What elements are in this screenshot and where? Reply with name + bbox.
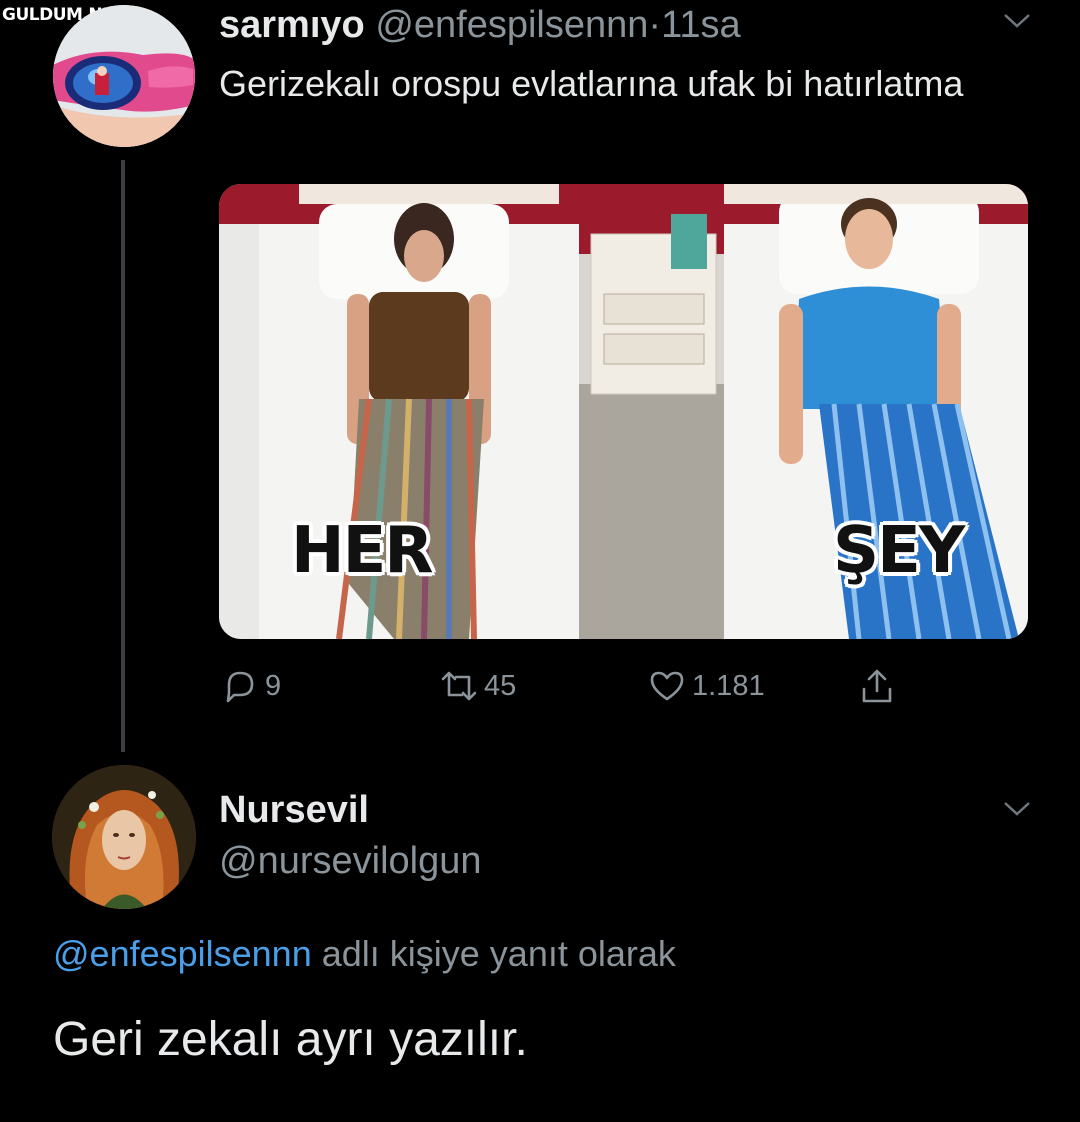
chevron-down-icon[interactable] (1002, 11, 1032, 31)
like-icon (650, 671, 684, 701)
timestamp[interactable]: 11sa (661, 4, 741, 46)
display-name[interactable]: sarmıyo (219, 4, 365, 46)
retweet-button[interactable]: 45 (438, 664, 516, 708)
like-button[interactable]: 1.181 (646, 664, 765, 708)
thread-connector-line (121, 160, 125, 752)
share-button[interactable] (856, 664, 902, 708)
tweet-text: Geri zekalı ayrı yazılır. (53, 1013, 528, 1066)
chevron-down-icon[interactable] (1002, 799, 1032, 819)
retweet-icon (441, 671, 477, 701)
replying-to-link[interactable]: @enfespilsennn (53, 933, 312, 974)
caption-right: ŞEY (833, 514, 965, 588)
replying-to-text: adlı kişiye yanıt olarak (321, 933, 676, 974)
reply-count: 9 (265, 669, 282, 702)
separator-dot: · (648, 4, 662, 46)
caption-left: HER (291, 514, 434, 588)
reply-icon (226, 671, 254, 703)
reply-button[interactable]: 9 (219, 664, 281, 708)
avatar[interactable] (52, 765, 196, 909)
user-handle[interactable]: @enfespilsennn (375, 4, 648, 46)
display-name[interactable]: Nursevil (219, 789, 369, 832)
like-count: 1.181 (692, 669, 765, 702)
tweet-text: Gerizekalı orospu evlatlarına ufak bi ha… (219, 63, 964, 104)
user-handle[interactable]: @nursevilolgun (219, 840, 482, 883)
avatar[interactable] (53, 5, 195, 147)
retweet-count: 45 (484, 669, 517, 702)
share-icon (862, 669, 892, 703)
replying-to: @enfespilsennn adlı kişiye yanıt olarak (53, 933, 676, 975)
tweet-header: sarmıyo @enfespilsennn·11sa (219, 2, 741, 48)
tweet-media-image[interactable]: HER ŞEY (219, 184, 1028, 639)
